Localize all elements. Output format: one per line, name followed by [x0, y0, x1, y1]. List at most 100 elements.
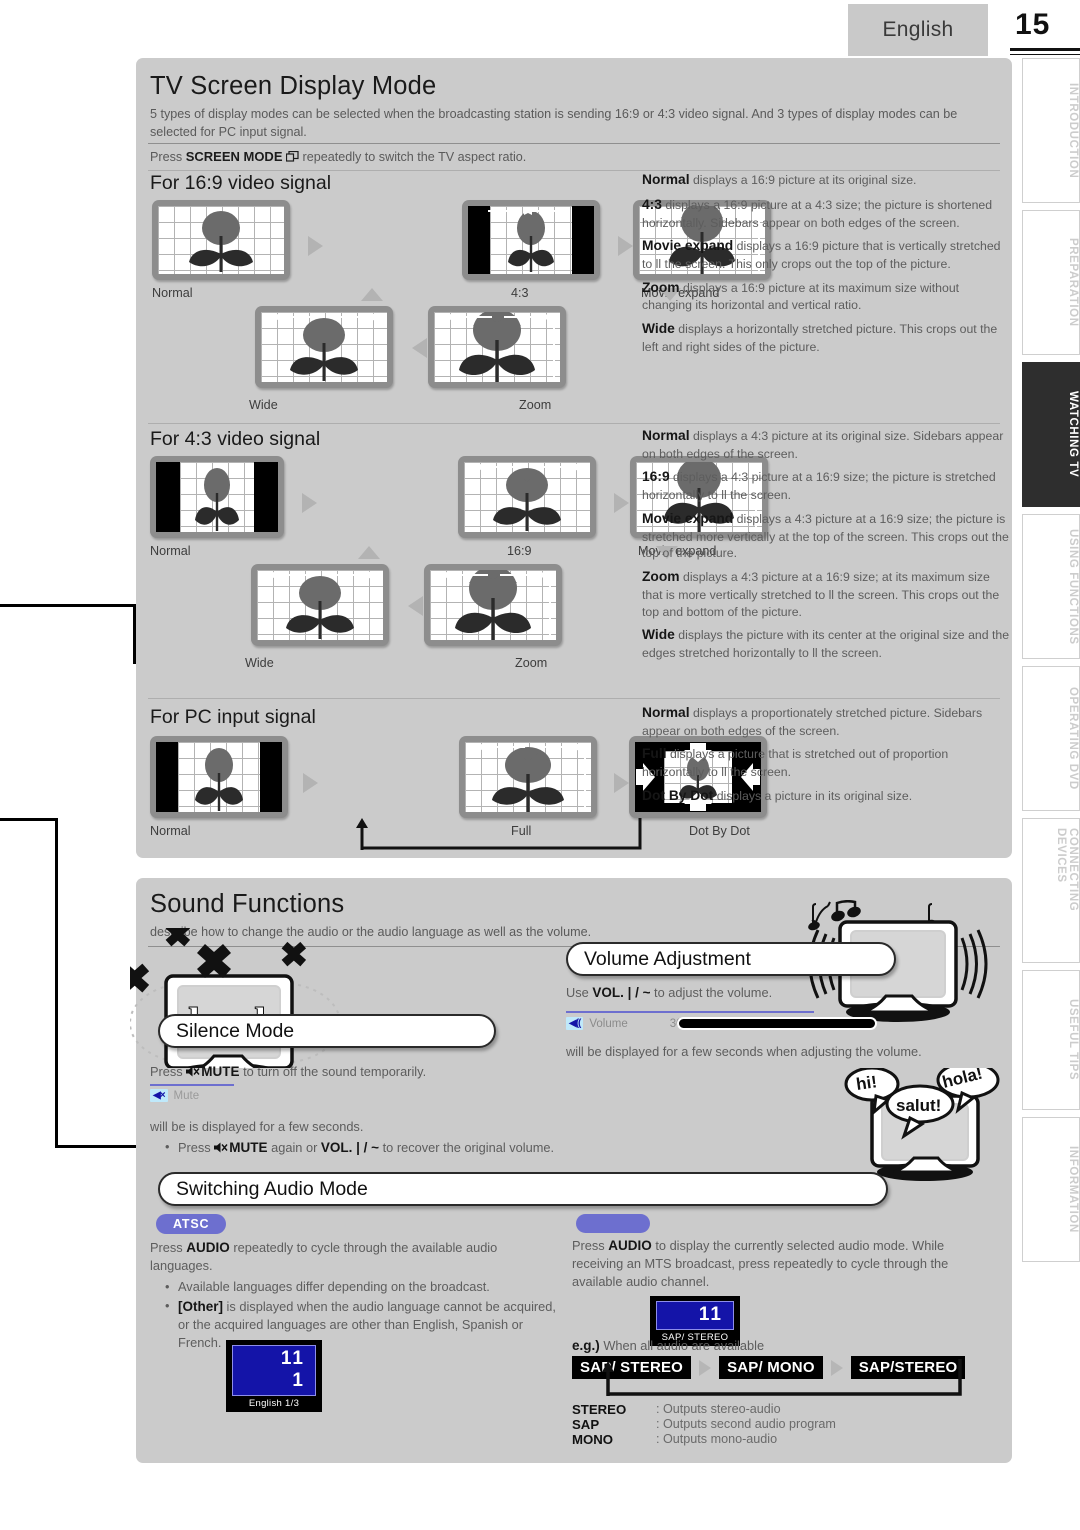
page-number-rule — [1010, 48, 1080, 51]
legend-text: : Outputs mono-audio — [656, 1432, 778, 1446]
volume-adjustment-pill: Volume Adjustment — [566, 942, 896, 976]
press-prefix: Press — [150, 1240, 187, 1255]
eg-text: When all audio are available — [599, 1338, 765, 1353]
desc-text: displays a 16:9 picture at its maximum s… — [642, 280, 960, 313]
tv-screen-display-mode-panel: TV Screen Display Mode 5 types of displa… — [136, 58, 1012, 858]
key-audio: AUDIO — [608, 1238, 652, 1253]
eg-label: e.g.) — [572, 1338, 600, 1353]
volume-bar[interactable] — [676, 1017, 877, 1030]
loop-arrow-icon — [356, 818, 642, 850]
tv-label-169-zoom: Zoom — [519, 398, 552, 412]
desc-text: displays a proportionately stretched pic… — [642, 706, 983, 738]
binding-rule-bottom-h — [55, 1145, 143, 1148]
volume-osd-label: Volume — [589, 1017, 628, 1030]
sidebar-item-operating-dvd[interactable]: OPERATING DVD — [1022, 666, 1080, 811]
bullet-mid: again or — [267, 1140, 321, 1155]
tv-thumb-43-zoom — [424, 564, 562, 646]
flow-arrow-icon — [308, 236, 323, 256]
tv-label-43-wide: Wide — [245, 656, 274, 670]
desc-text: displays a 16:9 picture at a 4:3 size; t… — [642, 197, 993, 230]
page-number: 15 — [1015, 8, 1051, 41]
desc-term: Movie expand — [642, 238, 734, 254]
sidebar-item-preparation[interactable]: PREPARATION — [1022, 210, 1080, 355]
desc-term: Wide — [642, 627, 675, 643]
binding-rule-top — [0, 604, 136, 607]
flow-arrow-icon — [412, 338, 427, 358]
key-vol: VOL. | / ~ — [592, 985, 651, 1000]
tv-thumb-43-normal — [150, 456, 284, 538]
legend-row: MONO : Outputs mono-audio — [572, 1432, 836, 1447]
divider — [148, 423, 1000, 424]
panel-title-sound: Sound Functions — [150, 890, 345, 918]
volume-after-osd: will be displayed for a few seconds when… — [566, 1044, 922, 1059]
bullet-text: Available languages differ depending on … — [178, 1279, 490, 1294]
bubble-salut: salut! — [896, 1096, 941, 1115]
list-item: Available languages differ depending on … — [165, 1278, 562, 1296]
desc-text: displays a picture in its original size. — [716, 788, 913, 803]
mute-icon — [214, 1141, 229, 1159]
audio-mode-legend: STEREO : Outputs stereo-audio SAP : Outp… — [572, 1402, 836, 1447]
tab-label: OPERATING DVD — [1067, 687, 1079, 790]
tv-label-43-169: 16:9 — [507, 544, 532, 558]
flow-arrow-icon — [361, 288, 383, 301]
tv-thumb-43-wide — [251, 564, 389, 646]
tv-label-169-43: 4:3 — [511, 286, 529, 300]
desc-text: displays a picture that is stretched out… — [642, 747, 949, 780]
sound-functions-panel: Sound Functions describe how to change t… — [130, 878, 1012, 1463]
key-screen-mode: SCREEN MODE — [185, 149, 283, 164]
desc-16-9: Normal displays a 16:9 picture at its or… — [642, 171, 1010, 362]
tab-label: USING FUNCTIONS — [1067, 528, 1079, 645]
panel-title-screen: TV Screen Display Mode — [150, 72, 437, 100]
mute-after-osd: will be is displayed for a few seconds. — [150, 1119, 364, 1134]
atsc-badge: ATSC — [156, 1214, 227, 1234]
divider — [148, 698, 1000, 699]
desc-term: Normal — [642, 428, 690, 443]
tv-thumb-169-43 — [462, 200, 600, 280]
legend-row: SAP : Outputs second audio program — [572, 1417, 836, 1432]
tv-label-pc-normal: Normal — [150, 824, 191, 838]
tv-label-43-zoom: Zoom — [515, 656, 548, 670]
desc-term: Zoom — [642, 569, 680, 585]
language-label: English — [882, 18, 954, 41]
press-prefix: Press — [150, 150, 186, 164]
sidebar-item-information[interactable]: INFORMATION — [1022, 1117, 1080, 1262]
desc-text: displays the picture with its center at … — [642, 628, 1010, 661]
mute-osd: ◀× Mute — [150, 1089, 199, 1102]
flow-arrow-icon — [408, 596, 423, 616]
silence-mode-pill: Silence Mode — [158, 1014, 496, 1048]
tv-thumb-43-169 — [458, 456, 596, 538]
tv-thumb-169-wide — [255, 306, 393, 388]
tv-label-43-normal: Normal — [150, 544, 191, 558]
sidebar-item-connecting-devices[interactable]: CONNECTING DEVICES — [1022, 818, 1080, 963]
divider — [148, 143, 1000, 144]
atsc-bullets: Available languages differ depending on … — [162, 1276, 562, 1354]
cycle-loop-arrow-icon — [602, 1359, 962, 1396]
sidebar-item-introduction[interactable]: INTRODUCTION — [1022, 58, 1080, 203]
desc-text: displays a horizontally stretched pictur… — [642, 322, 998, 354]
desc-term: Zoom — [642, 279, 680, 295]
analog-badge-wrap — [576, 1214, 650, 1238]
legend-row: STEREO : Outputs stereo-audio — [572, 1402, 836, 1417]
mute-osd-label: Mute — [173, 1089, 200, 1102]
legend-text: : Outputs second audio program — [656, 1417, 836, 1431]
sidebar-item-using-functions[interactable]: USING FUNCTIONS — [1022, 514, 1080, 659]
bullet-prefix: Press — [178, 1140, 215, 1155]
key-audio: AUDIO — [186, 1240, 230, 1255]
press-suffix: to turn off the sound temporarily. — [239, 1064, 427, 1079]
legend-term: MONO — [572, 1432, 614, 1447]
tv-label-169-wide: Wide — [249, 398, 278, 412]
section-tabs: INTRODUCTION PREPARATION WATCHING TV USI… — [1022, 58, 1080, 1269]
flow-arrow-icon — [618, 236, 633, 256]
language-tab: English — [848, 4, 988, 56]
sidebar-item-useful-tips[interactable]: USEFUL TIPS — [1022, 970, 1080, 1110]
desc-term: 4:3 — [642, 196, 662, 212]
legend-term: SAP — [572, 1417, 600, 1432]
key-mute: MUTE — [229, 1140, 268, 1155]
sidebar-item-watching-tv[interactable]: WATCHING TV — [1022, 362, 1080, 507]
press-prefix: Press — [572, 1238, 609, 1253]
volume-adjustment-label: Volume Adjustment — [584, 947, 751, 970]
legend-term: STEREO — [572, 1402, 627, 1417]
desc-term: Wide — [642, 321, 675, 337]
speaker-mute-icon: ◀× — [150, 1089, 168, 1102]
binding-rule-bottom — [0, 818, 58, 821]
